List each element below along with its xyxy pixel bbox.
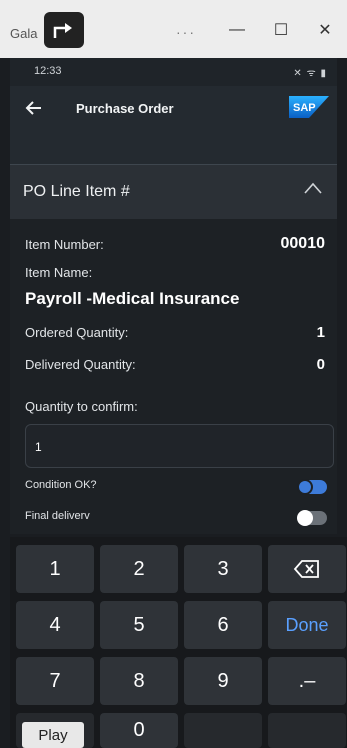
qty-confirm-label: Quantity to confirm: (25, 399, 138, 414)
back-arrow-icon[interactable] (24, 98, 44, 118)
item-name-label: Item Name: (25, 265, 93, 280)
status-time: 12:33 (34, 65, 62, 77)
key-3[interactable]: 3 (184, 545, 262, 593)
chevron-up-icon[interactable] (303, 181, 323, 195)
window-controls: — ☐ ✕ (215, 20, 347, 40)
sap-logo-text: SAP (293, 102, 316, 114)
status-bar: 12:33 ✕ ᯤ ▮ (10, 58, 337, 86)
more-icon[interactable]: ··· (176, 24, 196, 40)
key-4[interactable]: 4 (16, 601, 94, 649)
final-delivery-label: Final deliverv (25, 510, 90, 522)
delivered-qty-value: 0 (316, 356, 325, 373)
sap-logo: SAP (289, 96, 329, 118)
section-header[interactable]: PO Line Item # (10, 165, 337, 219)
key-0[interactable]: 0 (100, 713, 178, 748)
qty-confirm-value: 1 (35, 440, 42, 454)
item-name-value: Payroll -Medical Insurance (25, 289, 240, 308)
key-6[interactable]: 6 (184, 601, 262, 649)
app-header: Purchase Order SAP (10, 86, 337, 164)
item-number-label: Item Number: (25, 237, 104, 252)
toggle-knob (297, 510, 313, 526)
dot-dash-key[interactable]: .– (268, 657, 346, 705)
play-button[interactable]: Play (22, 722, 84, 748)
key-blank-right (268, 713, 346, 748)
key-2[interactable]: 2 (100, 545, 178, 593)
backspace-key[interactable] (268, 545, 346, 593)
delivered-qty-label: Delivered Quantity: (25, 357, 136, 372)
key-5[interactable]: 5 (100, 601, 178, 649)
key-1[interactable]: 1 (16, 545, 94, 593)
share-icon[interactable] (44, 12, 84, 48)
emulator-title-bar: Gala ··· — ☐ ✕ (0, 0, 347, 58)
minimize-button[interactable]: — (215, 21, 259, 39)
ordered-qty-label: Ordered Quantity: (25, 325, 129, 340)
key-blank-mid (184, 713, 262, 748)
line-item-details: Item Number: 00010 Item Name: Payroll -M… (10, 219, 337, 534)
condition-ok-label: Condition OK? (25, 479, 97, 491)
section-title: PO Line Item # (23, 183, 130, 200)
ordered-qty-value: 1 (316, 324, 325, 341)
final-delivery-toggle[interactable] (297, 510, 327, 526)
condition-ok-toggle[interactable] (297, 479, 327, 495)
maximize-button[interactable]: ☐ (259, 20, 303, 40)
item-number-value: 00010 (280, 235, 326, 252)
page-title: Purchase Order (76, 101, 174, 116)
status-icons: ✕ ᯤ ▮ (293, 68, 327, 79)
done-key[interactable]: Done (268, 601, 346, 649)
key-8[interactable]: 8 (100, 657, 178, 705)
qty-confirm-input[interactable]: 1 (25, 424, 334, 468)
window-title: Gala (10, 26, 38, 41)
close-button[interactable]: ✕ (303, 20, 347, 40)
numeric-keypad: 1 2 3 4 5 6 Done 7 8 9 .– 0 (10, 537, 347, 748)
key-7[interactable]: 7 (16, 657, 94, 705)
toggle-knob (297, 479, 313, 495)
backspace-icon (293, 560, 319, 578)
key-9[interactable]: 9 (184, 657, 262, 705)
